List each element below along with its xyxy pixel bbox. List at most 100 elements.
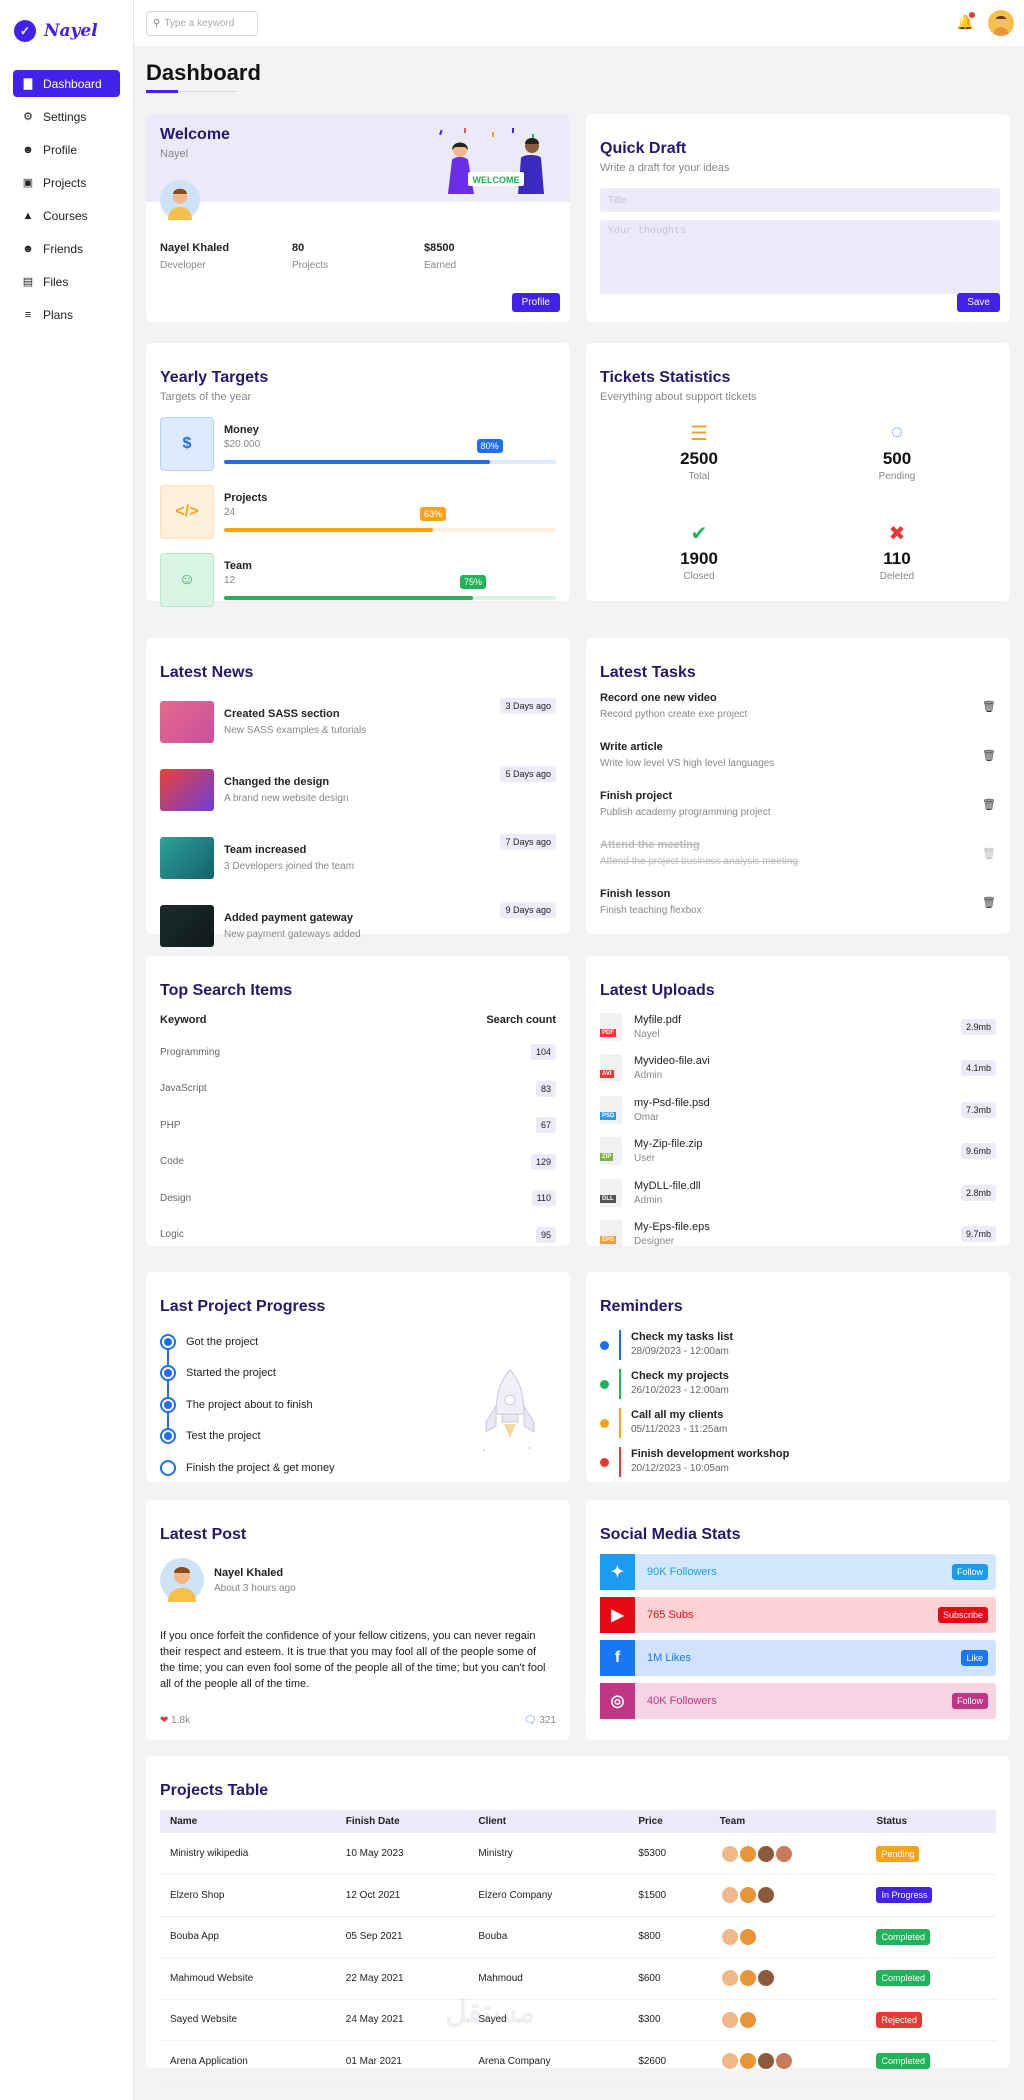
trash-icon[interactable]: 🗑 — [982, 847, 996, 860]
search-icon: ⚲ — [153, 18, 161, 29]
cell-name: Ministry wikipedia — [160, 1833, 336, 1875]
news-date-badge: 3 Days ago — [500, 698, 556, 714]
social-list: ✦ 90K Followers Follow ▶ 765 Subs Subscribe f 1… — [600, 1554, 996, 1719]
sidebar-item-label: Profile — [43, 142, 78, 157]
reminder-title: Finish development workshop — [631, 1447, 790, 1460]
briefcase-icon: ▣ — [22, 177, 34, 189]
brand-logo[interactable]: ✓ Nayel — [0, 0, 133, 48]
ticket-label: Pending — [878, 471, 916, 482]
draft-title-input[interactable] — [600, 188, 1000, 212]
social-instagram: ◎ 40K Followers Follow — [600, 1683, 996, 1719]
search-input[interactable] — [164, 18, 245, 29]
save-button[interactable]: Save — [957, 293, 1000, 312]
notification-bell-icon[interactable]: 🔔 — [957, 12, 975, 31]
chart-bar-icon: ▇ — [23, 78, 33, 90]
cell-date: 10 May 2023 — [335, 1833, 469, 1875]
team-member-avatar — [737, 1926, 758, 1947]
task-title: Record one new video — [600, 692, 717, 704]
tickets-title: Tickets Statistics — [600, 369, 731, 386]
latest-uploads-title: Latest Uploads — [600, 982, 715, 999]
ticket-total-icon: ☰ — [690, 423, 708, 445]
sidebar-item-settings[interactable]: ⚙ Settings — [13, 103, 120, 130]
trash-icon[interactable]: 🗑 — [982, 749, 996, 762]
trash-icon[interactable]: 🗑 — [982, 798, 996, 811]
comments-icon: 🗨 — [523, 1715, 537, 1726]
trash-icon[interactable]: 🗑 — [982, 700, 996, 713]
twitter-follow-button[interactable]: Follow — [951, 1564, 988, 1580]
reminder-date: 20/12/2023 - 10:05am — [631, 1462, 729, 1474]
latest-news-title: Latest News — [160, 664, 254, 681]
upload-item[interactable]: DLL MyDLL-file.dll Admin 2.8mb — [600, 1172, 996, 1214]
news-item[interactable]: Added payment gateway New payment gateway… — [160, 892, 556, 960]
upload-item[interactable]: ZIP My-Zip-file.zip User 9.6mb — [600, 1131, 996, 1173]
team-member-avatar — [719, 2051, 740, 2072]
search-keyword: PHP — [160, 1119, 181, 1131]
sidebar-item-friends[interactable]: ☻ Friends — [13, 235, 120, 262]
trash-icon[interactable]: 🗑 — [982, 896, 996, 909]
post-time: About 3 hours ago — [214, 1582, 296, 1594]
upload-item[interactable]: PSD my-Psd-file.psd Omar 7.3mb — [600, 1089, 996, 1131]
target-value: $20.000 — [224, 439, 261, 450]
draft-body-textarea[interactable] — [600, 220, 1000, 294]
youtube-subscribe-button[interactable]: Subscribe — [937, 1607, 988, 1623]
instagram-follow-button[interactable]: Follow — [951, 1693, 988, 1709]
post-author-avatar — [160, 1558, 204, 1602]
page-title: Dashboard — [146, 60, 261, 85]
uploads-list: PDF Myfile.pdf Nayel 2.9mb AVI Myvideo-file.a… — [600, 1006, 996, 1255]
news-item[interactable]: Team increased 3 Developers joined the te… — [160, 824, 556, 892]
team-member-avatar — [719, 1843, 740, 1864]
facebook-icon: f — [600, 1640, 635, 1676]
welcome-illustration: WELCOME — [439, 128, 544, 194]
news-image — [160, 769, 214, 811]
target-fill — [224, 460, 490, 464]
news-item[interactable]: Changed the design A brand new website de… — [160, 756, 556, 824]
cell-client: Bouba — [468, 1916, 629, 1958]
team-member-avatar — [737, 2009, 758, 2030]
sidebar-item-projects[interactable]: ▣ Projects — [13, 169, 120, 196]
target-team: ☺ Team 12 75% — [160, 553, 556, 607]
cell-name: Elzero Shop — [160, 1874, 336, 1917]
upload-owner: Admin — [634, 1194, 663, 1206]
task-item: Record one new video Record python create… — [600, 692, 996, 741]
projects-table-title: Projects Table — [160, 1782, 269, 1799]
news-list: Created SASS section New SASS examples & … — [160, 688, 556, 960]
upload-item[interactable]: AVI Myvideo-file.avi Admin 4.1mb — [600, 1048, 996, 1090]
sidebar-item-label: Files — [43, 274, 69, 289]
team-member-avatar — [737, 1968, 758, 1989]
team-member-avatar — [755, 2051, 776, 2072]
upload-item[interactable]: PDF Myfile.pdf Nayel 2.9mb — [600, 1006, 996, 1048]
column-header-name: Name — [160, 1810, 336, 1833]
reminder-title: Call all my clients — [631, 1408, 724, 1421]
facebook-like-button[interactable]: Like — [961, 1650, 988, 1666]
sidebar-item-profile[interactable]: ☻ Profile — [13, 136, 120, 163]
upload-size: 2.9mb — [960, 1018, 996, 1035]
target-icon: $ — [160, 417, 214, 471]
reminder-date: 05/11/2023 - 11:25am — [631, 1423, 728, 1435]
post-likes[interactable]: ❤ 1.8k — [160, 1715, 190, 1726]
latest-news-card: Latest News Created SASS section New SASS… — [146, 638, 570, 947]
sidebar-item-plans[interactable]: ≡ Plans — [13, 301, 120, 328]
sidebar-item-courses[interactable]: ▲ Courses — [13, 202, 120, 229]
sidebar-item-dashboard[interactable]: ▇ Dashboard — [13, 70, 120, 97]
file-zip-icon: ZIP — [600, 1137, 622, 1166]
team-avatars — [719, 1968, 857, 1989]
latest-tasks-card: Latest Tasks Record one new video Record … — [586, 638, 1010, 934]
news-date-badge: 9 Days ago — [500, 902, 556, 918]
reminders-list: Check my tasks list 28/09/2023 - 12:00am C… — [600, 1324, 996, 1480]
team-member-avatar — [773, 1843, 794, 1864]
welcome-stat: 80 Projects — [292, 242, 424, 271]
news-title: Created SASS section — [224, 708, 340, 720]
task-title: Finish lesson — [600, 888, 671, 900]
cell-status: In Progress — [866, 1874, 996, 1917]
social-stat: 90K Followers — [647, 1566, 717, 1578]
profile-button[interactable]: Profile — [511, 293, 560, 312]
news-item[interactable]: Created SASS section New SASS examples & … — [160, 688, 556, 756]
quick-draft-subtitle: Write a draft for your ideas — [600, 162, 730, 174]
upload-item[interactable]: EPS My-Eps-file.eps Designer 9.7mb — [600, 1214, 996, 1256]
target-money: $ Money $20.000 80% — [160, 417, 556, 471]
upload-name: My-Zip-file.zip — [634, 1138, 703, 1151]
target-projects: </> Projects 24 63% — [160, 485, 556, 539]
sidebar-item-files[interactable]: ▤ Files — [13, 268, 120, 295]
user-avatar[interactable] — [988, 10, 1014, 36]
post-comments[interactable]: 🗨 321 — [524, 1715, 556, 1726]
